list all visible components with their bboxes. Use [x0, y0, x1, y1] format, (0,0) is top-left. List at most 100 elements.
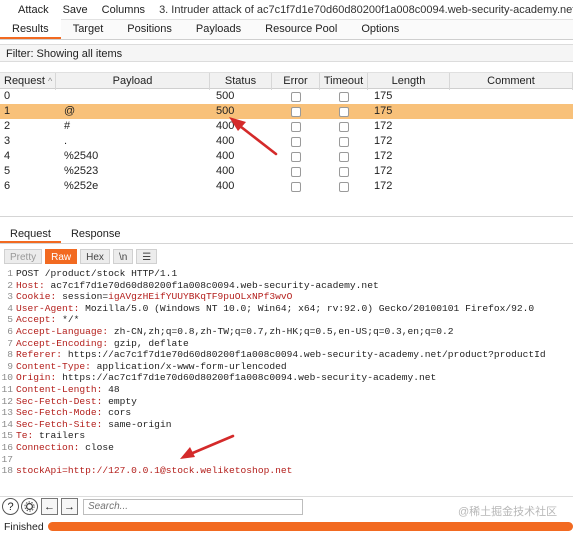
- help-icon[interactable]: ?: [2, 498, 19, 515]
- body-param-value: http://127.0.0.1@stock.weliketoshop.net: [67, 465, 293, 477]
- column-status[interactable]: Status: [210, 73, 272, 90]
- payload-cell: %2523: [64, 165, 99, 177]
- menu-save[interactable]: Save: [63, 4, 88, 16]
- line-number: 8: [7, 349, 13, 361]
- column-request[interactable]: Request ^: [0, 73, 56, 90]
- search-input[interactable]: [83, 498, 303, 515]
- next-match-button[interactable]: →: [61, 498, 78, 515]
- comment-cell: [450, 149, 573, 164]
- status-cell: 400: [216, 165, 235, 177]
- length-cell: 175: [374, 105, 393, 117]
- request-line: 13 Sec-Fetch-Mode: cors: [0, 407, 573, 419]
- progress-bar: [48, 522, 573, 531]
- tab-payloads[interactable]: Payloads: [184, 19, 253, 39]
- column-payload[interactable]: Payload: [56, 73, 210, 90]
- pretty-button[interactable]: Pretty: [4, 249, 43, 264]
- gear-icon[interactable]: [21, 498, 38, 515]
- table-row[interactable]: 1 @500 175: [0, 104, 573, 119]
- timeout-checkbox: [339, 136, 349, 147]
- error-checkbox: [291, 121, 301, 132]
- body-param-name: stockApi=: [16, 465, 68, 477]
- comment-cell: [450, 179, 573, 194]
- raw-button[interactable]: Raw: [45, 249, 78, 264]
- header-name: Content-Length:: [16, 383, 109, 395]
- header-value: session=: [62, 291, 109, 303]
- tab-response[interactable]: Response: [61, 225, 131, 243]
- timeout-cell: [320, 104, 368, 119]
- gear-icon-glyph: [24, 501, 35, 512]
- request-number: 0: [4, 90, 11, 102]
- column-comment[interactable]: Comment: [450, 73, 573, 90]
- request-line: 8 Referer: https://ac7c1f7d1e70d60d80200f…: [0, 349, 573, 361]
- error-checkbox: [291, 106, 301, 117]
- line-number: 4: [7, 302, 13, 314]
- error-cell: [272, 104, 320, 119]
- line-number: 3: [7, 291, 13, 303]
- tab-options[interactable]: Options: [349, 19, 411, 39]
- error-checkbox: [291, 181, 301, 192]
- error-cell: [272, 89, 320, 104]
- request-line: 4 User-Agent: Mozilla/5.0 (Windows NT 10.…: [0, 303, 573, 315]
- header-name: Content-Type:: [16, 360, 97, 372]
- tab-positions[interactable]: Positions: [115, 19, 184, 39]
- table-row[interactable]: 6 %252e 400 172: [0, 179, 573, 194]
- request-editor[interactable]: 1 POST /product/stock HTTP/1.1 2 Host: ac7c…: [0, 268, 573, 490]
- menu-columns[interactable]: Columns: [102, 4, 145, 16]
- pane-divider[interactable]: [0, 216, 573, 217]
- request-line: 3 Cookie: session= igAVgzHEifYUUYBKqTF9puO…: [0, 291, 573, 303]
- header-value: zh-CN,zh;q=0.8,zh-TW;q=0.7,zh-HK;q=0.5,e…: [113, 325, 454, 337]
- header-value: close: [85, 441, 114, 453]
- request-line: 11 Content-Length: 48: [0, 384, 573, 396]
- results-table: Request ^ Payload Status Error Timeout L…: [0, 72, 573, 194]
- table-row[interactable]: 0 500 175: [0, 89, 573, 104]
- line-number: 7: [7, 337, 13, 349]
- comment-cell: [450, 104, 573, 119]
- results-filter[interactable]: Filter: Showing all items: [0, 44, 573, 62]
- header-name: Accept-Encoding:: [16, 337, 114, 349]
- column-error[interactable]: Error: [272, 73, 320, 90]
- request-line: 17: [0, 454, 573, 466]
- comment-cell: [450, 119, 573, 134]
- tab-request[interactable]: Request: [0, 225, 61, 243]
- table-row[interactable]: 4 %2540 400 172: [0, 149, 573, 164]
- column-timeout[interactable]: Timeout: [320, 73, 368, 90]
- request-line: 10 Origin: https://ac7c1f7d1e70d60d80200f…: [0, 372, 573, 384]
- hamburger-icon[interactable]: ☰: [136, 249, 158, 264]
- tab-resource-pool[interactable]: Resource Pool: [253, 19, 349, 39]
- table-row[interactable]: 2 #400 172: [0, 119, 573, 134]
- header-name: Referer:: [16, 349, 68, 361]
- tab-target[interactable]: Target: [61, 19, 116, 39]
- request-line: 2 Host: ac7c1f7d1e70d60d80200f1a008c0094.…: [0, 280, 573, 292]
- previous-match-button[interactable]: ←: [41, 498, 58, 515]
- length-cell: 172: [374, 120, 393, 132]
- tab-results[interactable]: Results: [0, 19, 61, 39]
- error-checkbox: [291, 91, 301, 102]
- timeout-cell: [320, 119, 368, 134]
- column-length[interactable]: Length: [368, 73, 450, 90]
- hex-button[interactable]: Hex: [80, 249, 110, 264]
- menu-attack[interactable]: Attack: [18, 4, 49, 16]
- error-cell: [272, 134, 320, 149]
- line-number: 14: [1, 418, 13, 430]
- show-newlines-button[interactable]: \n: [112, 249, 134, 264]
- line-number: 2: [7, 279, 13, 291]
- table-header: Request ^ Payload Status Error Timeout L…: [0, 72, 573, 90]
- header-name: User-Agent:: [16, 302, 86, 314]
- request-number: 2: [4, 120, 11, 132]
- request-number: 1: [4, 105, 11, 117]
- table-row[interactable]: 3. 400 172: [0, 134, 573, 149]
- line-number: 15: [1, 430, 13, 442]
- cookie-value: igAVgzHEifYUUYBKqTF9puOLxNPf3wvO: [108, 291, 293, 303]
- watermark-text: @稀土掘金技术社区: [458, 506, 558, 518]
- header-name: Cookie:: [16, 291, 63, 303]
- header-value: */*: [62, 314, 80, 326]
- request-line: 15 Te: trailers: [0, 430, 573, 442]
- status-cell: 400: [216, 180, 235, 192]
- request-line: 7 Accept-Encoding: gzip, deflate: [0, 338, 573, 350]
- table-row[interactable]: 5 %2523 400 172: [0, 164, 573, 179]
- error-cell: [272, 149, 320, 164]
- header-value: 48: [108, 383, 120, 395]
- line-number: 16: [1, 441, 13, 453]
- payload-cell: %252e: [64, 180, 99, 192]
- header-value: https://ac7c1f7d1e70d60d80200f1a008c0094…: [67, 349, 546, 361]
